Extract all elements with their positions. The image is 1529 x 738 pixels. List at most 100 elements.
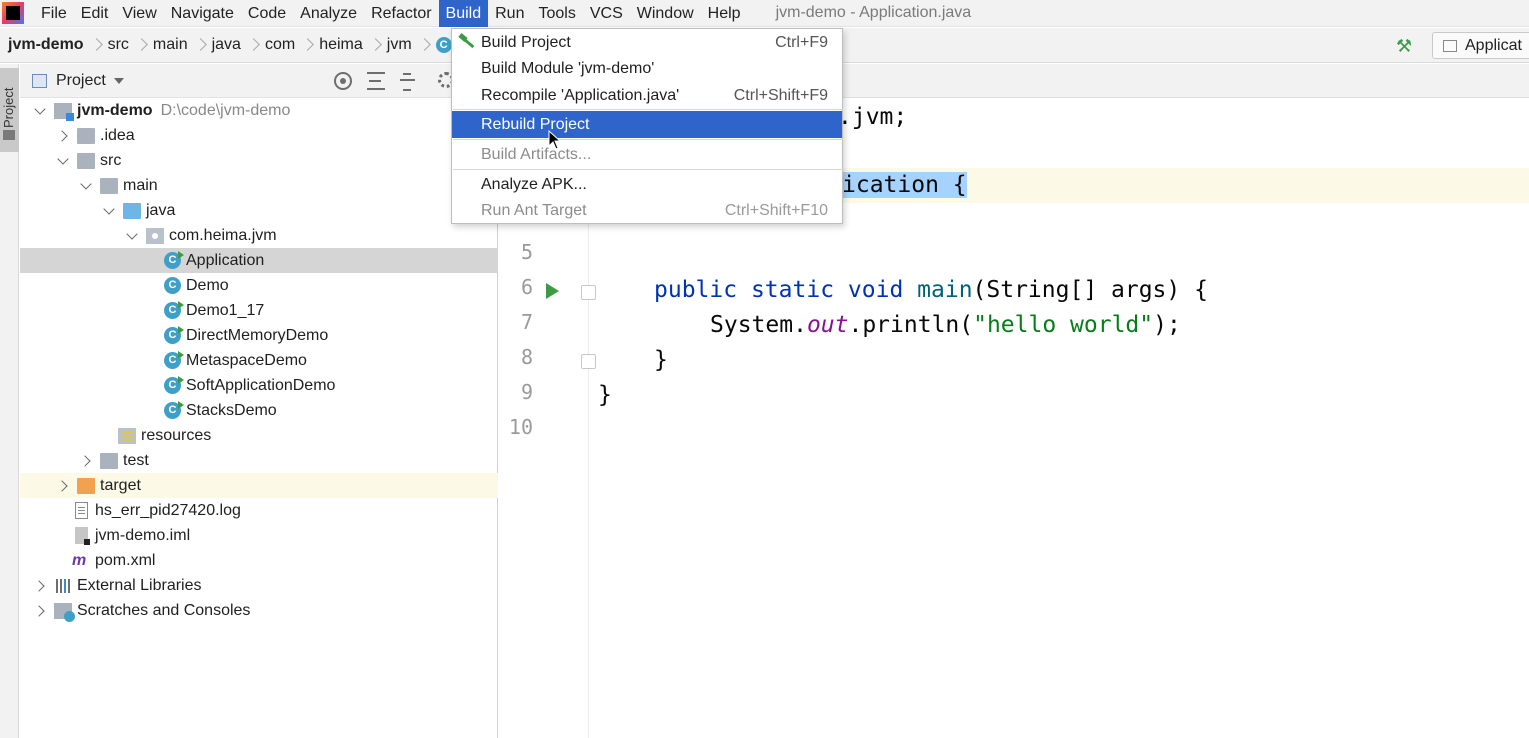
run-configuration-selector[interactable]: Applicat: [1432, 32, 1529, 59]
menu-run[interactable]: Run: [488, 0, 531, 27]
menu-window[interactable]: Window: [630, 0, 701, 27]
class-run-icon: C: [164, 401, 184, 419]
breadcrumb-separator-icon: [302, 36, 312, 54]
project-tab-label: Project: [1, 87, 16, 128]
tree-item-label: Demo1_17: [186, 301, 265, 319]
menu-file[interactable]: File: [34, 0, 74, 27]
tree-item-external-libraries[interactable]: External Libraries: [20, 573, 498, 598]
collapse-all-icon[interactable]: [399, 72, 417, 91]
menu-tools[interactable]: Tools: [531, 0, 582, 27]
menu-item-run-ant-target[interactable]: Run Ant Target Ctrl+Shift+F10: [452, 197, 842, 224]
tree-item-directmemorydemo[interactable]: C DirectMemoryDemo: [20, 323, 498, 348]
chevron-down-icon[interactable]: [124, 228, 140, 244]
breadcrumb-src[interactable]: src: [108, 36, 129, 54]
tree-item-jvm-demo-iml[interactable]: jvm-demo.iml: [20, 523, 498, 548]
menu-help[interactable]: Help: [701, 0, 748, 27]
breadcrumb-java[interactable]: java: [212, 36, 241, 54]
expand-all-icon[interactable]: [367, 72, 385, 90]
tree-item-path: D:\code\jvm-demo: [160, 101, 291, 119]
project-tool-window-tab[interactable]: Project: [0, 68, 19, 152]
tree-item-softapplicationdemo[interactable]: C SoftApplicationDemo: [20, 373, 498, 398]
scratches-icon: [54, 602, 75, 622]
chevron-down-icon[interactable]: [113, 77, 124, 84]
chevron-right-icon[interactable]: [55, 478, 71, 494]
breadcrumb-heima[interactable]: heima: [319, 36, 363, 54]
menu-item-rebuild-project[interactable]: Rebuild Project: [452, 111, 842, 138]
menu-item-build-artifacts[interactable]: Build Artifacts...: [452, 141, 842, 168]
breadcrumb-separator-icon: [370, 36, 380, 54]
chevron-right-icon[interactable]: [32, 603, 48, 619]
menu-navigate[interactable]: Navigate: [164, 0, 241, 27]
chevron-right-icon[interactable]: [55, 128, 71, 144]
menu-vcs[interactable]: VCS: [583, 0, 630, 27]
tree-item-label: hs_err_pid27420.log: [95, 501, 241, 519]
tree-item-label: Demo: [186, 276, 229, 294]
chevron-down-icon[interactable]: [32, 103, 48, 119]
run-main-icon[interactable]: [546, 283, 559, 299]
tree-item-resources[interactable]: resources: [20, 423, 498, 448]
tree-item-label: main: [123, 176, 158, 194]
chevron-right-icon[interactable]: [78, 453, 94, 469]
module-folder-icon: [54, 102, 74, 121]
menu-analyze[interactable]: Analyze: [293, 0, 364, 27]
project-panel: Project jvm-demo D:\code\jvm-demo .idea src…: [20, 64, 498, 738]
tree-item-metaspacedemo[interactable]: C MetaspaceDemo: [20, 348, 498, 373]
window-title: jvm-demo - Application.java: [775, 4, 972, 21]
tree-item-label: StacksDemo: [186, 401, 277, 419]
application-config-icon: [1443, 39, 1457, 52]
menu-item-build-module[interactable]: Build Module 'jvm-demo': [452, 55, 842, 82]
tree-item-jvm-demo[interactable]: jvm-demo D:\code\jvm-demo: [20, 98, 498, 123]
chevron-down-icon[interactable]: [78, 178, 94, 194]
breadcrumb-com[interactable]: com: [265, 36, 295, 54]
menu-edit[interactable]: Edit: [74, 0, 116, 27]
tree-item-src[interactable]: src: [20, 148, 498, 173]
tree-item-pom-xml[interactable]: m pom.xml: [20, 548, 498, 573]
chevron-down-icon[interactable]: [101, 203, 117, 219]
tree-item-scratches-and-consoles[interactable]: Scratches and Consoles: [20, 598, 498, 623]
keyword-void: void: [847, 277, 904, 303]
selected-class-text: ication {: [842, 172, 967, 198]
maven-icon: m: [72, 551, 87, 569]
tree-item-target[interactable]: target: [20, 473, 498, 498]
menu-bar: File Edit View Navigate Code Analyze Ref…: [0, 0, 1529, 27]
tree-item-demo1-17[interactable]: C Demo1_17: [20, 298, 498, 323]
menu-item-analyze-apk[interactable]: Analyze APK...: [452, 171, 842, 198]
menu-item-build-project[interactable]: Build Project Ctrl+F9: [452, 29, 842, 56]
tree-item-label: resources: [141, 426, 212, 444]
menu-view[interactable]: View: [115, 0, 163, 27]
breadcrumb-project[interactable]: jvm-demo: [8, 36, 84, 54]
keyword-static: static: [750, 277, 835, 303]
system-class: System.: [710, 312, 807, 338]
project-panel-title[interactable]: Project: [56, 72, 106, 90]
project-panel-header: Project: [20, 64, 497, 98]
hammer-icon: [459, 34, 475, 50]
menu-code[interactable]: Code: [241, 0, 293, 27]
breadcrumb-main[interactable]: main: [153, 36, 188, 54]
chevron-right-icon[interactable]: [32, 578, 48, 594]
intellij-logo-icon: [2, 2, 24, 24]
locate-file-icon[interactable]: [334, 72, 352, 90]
tree-item-com-heima-jvm[interactable]: com.heima.jvm: [20, 223, 498, 248]
menu-item-recompile[interactable]: Recompile 'Application.java' Ctrl+Shift+…: [452, 82, 842, 109]
tree-item-stacksdemo[interactable]: C StacksDemo: [20, 398, 498, 423]
resources-folder-icon: [118, 427, 136, 444]
build-hammer-icon[interactable]: ⚒: [1396, 36, 1412, 57]
tree-item-java[interactable]: java: [20, 198, 498, 223]
breadcrumb-separator-icon: [248, 36, 258, 54]
folder-icon: [77, 127, 95, 144]
tree-item-demo[interactable]: C Demo: [20, 273, 498, 298]
tree-item-label: MetaspaceDemo: [186, 351, 307, 369]
breadcrumb-separator-icon: [91, 36, 101, 54]
keyword-public: public: [654, 277, 738, 303]
breadcrumb-jvm[interactable]: jvm: [387, 36, 412, 54]
tree-item-hs-err-pid27420-log[interactable]: hs_err_pid27420.log: [20, 498, 498, 523]
line-number: 7: [520, 310, 533, 334]
menu-build[interactable]: Build: [438, 0, 489, 27]
menu-refactor[interactable]: Refactor: [364, 0, 438, 27]
chevron-down-icon[interactable]: [55, 153, 71, 169]
tree-item-test[interactable]: test: [20, 448, 498, 473]
tree-item-application[interactable]: C Application: [20, 248, 498, 273]
menu-item-label: Build Module 'jvm-demo': [481, 59, 655, 77]
tree-item-main[interactable]: main: [20, 173, 498, 198]
tree-item-idea[interactable]: .idea: [20, 123, 498, 148]
